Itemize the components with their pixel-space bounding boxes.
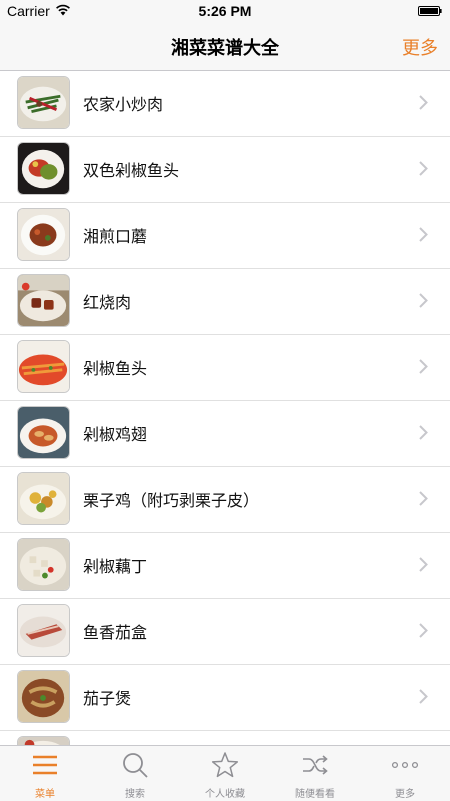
page-title: 湘菜菜谱大全 bbox=[171, 38, 279, 59]
tab-label: 随便看看 bbox=[295, 789, 335, 800]
shuffle-icon bbox=[303, 755, 328, 775]
chevron-right-icon bbox=[419, 557, 428, 572]
tab-more[interactable]: 更多 bbox=[360, 746, 450, 801]
list-item[interactable]: 农家小炒肉 bbox=[0, 71, 450, 137]
recipe-thumbnail bbox=[17, 274, 70, 327]
recipe-name: 剁椒藕丁 bbox=[83, 557, 148, 576]
tab-bar: 菜单 搜索 个人收藏 随便看看 更多 bbox=[0, 745, 450, 801]
chevron-right-icon bbox=[419, 359, 428, 374]
tab-favorites[interactable]: 个人收藏 bbox=[180, 746, 270, 801]
recipe-thumbnail bbox=[17, 142, 70, 195]
recipe-name: 剁椒鱼头 bbox=[83, 359, 148, 378]
star-icon bbox=[211, 752, 239, 778]
recipe-thumbnail bbox=[17, 406, 70, 459]
recipe-name: 剁椒鸡翅 bbox=[83, 425, 148, 444]
more-icon bbox=[391, 761, 419, 769]
list-item[interactable]: 剁椒藕丁 bbox=[0, 533, 450, 599]
chevron-right-icon bbox=[419, 491, 428, 506]
battery-icon bbox=[418, 6, 442, 16]
list-item[interactable]: 鱼香茄盒 bbox=[0, 599, 450, 665]
more-button[interactable]: 更多 bbox=[402, 34, 438, 60]
tab-label: 菜单 bbox=[35, 789, 55, 800]
navigation-bar: 湘菜菜谱大全 更多 bbox=[0, 22, 450, 71]
recipe-name: 茄子煲 bbox=[83, 689, 132, 708]
recipe-name: 农家小炒肉 bbox=[83, 95, 164, 114]
recipe-thumbnail bbox=[17, 208, 70, 261]
recipe-name: 湘煎口蘑 bbox=[83, 227, 148, 246]
tab-label: 更多 bbox=[395, 789, 415, 800]
recipe-list[interactable]: 农家小炒肉 双色剁椒鱼头 湘煎口蘑 红烧肉 剁椒鱼头 剁椒鸡翅 栗子鸡（附巧剥栗… bbox=[0, 71, 450, 745]
tab-label: 个人收藏 bbox=[205, 789, 245, 800]
chevron-right-icon bbox=[419, 293, 428, 308]
recipe-thumbnail bbox=[17, 538, 70, 591]
menu-icon bbox=[33, 755, 57, 775]
list-item[interactable]: 红烧肉 bbox=[0, 269, 450, 335]
recipe-thumbnail bbox=[17, 340, 70, 393]
chevron-right-icon bbox=[419, 95, 428, 110]
recipe-thumbnail bbox=[17, 670, 70, 723]
list-item[interactable]: 双色剁椒鱼头 bbox=[0, 137, 450, 203]
tab-random[interactable]: 随便看看 bbox=[270, 746, 360, 801]
tab-menu[interactable]: 菜单 bbox=[0, 746, 90, 801]
chevron-right-icon bbox=[419, 227, 428, 242]
recipe-name: 双色剁椒鱼头 bbox=[83, 161, 180, 180]
list-item[interactable]: 栗子鸡（附巧剥栗子皮） bbox=[0, 467, 450, 533]
list-item[interactable]: 茄子煲 bbox=[0, 665, 450, 731]
chevron-right-icon bbox=[419, 161, 428, 176]
recipe-thumbnail bbox=[17, 736, 70, 745]
search-icon bbox=[123, 753, 148, 778]
recipe-thumbnail bbox=[17, 604, 70, 657]
list-item[interactable]: 剁椒鸡翅 bbox=[0, 401, 450, 467]
list-item[interactable]: 湘煎口蘑 bbox=[0, 203, 450, 269]
recipe-thumbnail bbox=[17, 76, 70, 129]
tab-label: 搜索 bbox=[125, 789, 145, 800]
list-item[interactable]: 剁椒鱼头 bbox=[0, 335, 450, 401]
status-bar: Carrier 5:26 PM bbox=[0, 0, 450, 22]
status-time: 5:26 PM bbox=[198, 3, 252, 19]
chevron-right-icon bbox=[419, 425, 428, 440]
list-item-partial[interactable] bbox=[0, 731, 450, 745]
recipe-thumbnail bbox=[17, 472, 70, 525]
recipe-name: 鱼香茄盒 bbox=[83, 623, 148, 642]
chevron-right-icon bbox=[419, 689, 428, 704]
recipe-name: 红烧肉 bbox=[83, 293, 132, 312]
recipe-name: 栗子鸡（附巧剥栗子皮） bbox=[83, 491, 260, 510]
tab-search[interactable]: 搜索 bbox=[90, 746, 180, 801]
chevron-right-icon bbox=[419, 623, 428, 638]
